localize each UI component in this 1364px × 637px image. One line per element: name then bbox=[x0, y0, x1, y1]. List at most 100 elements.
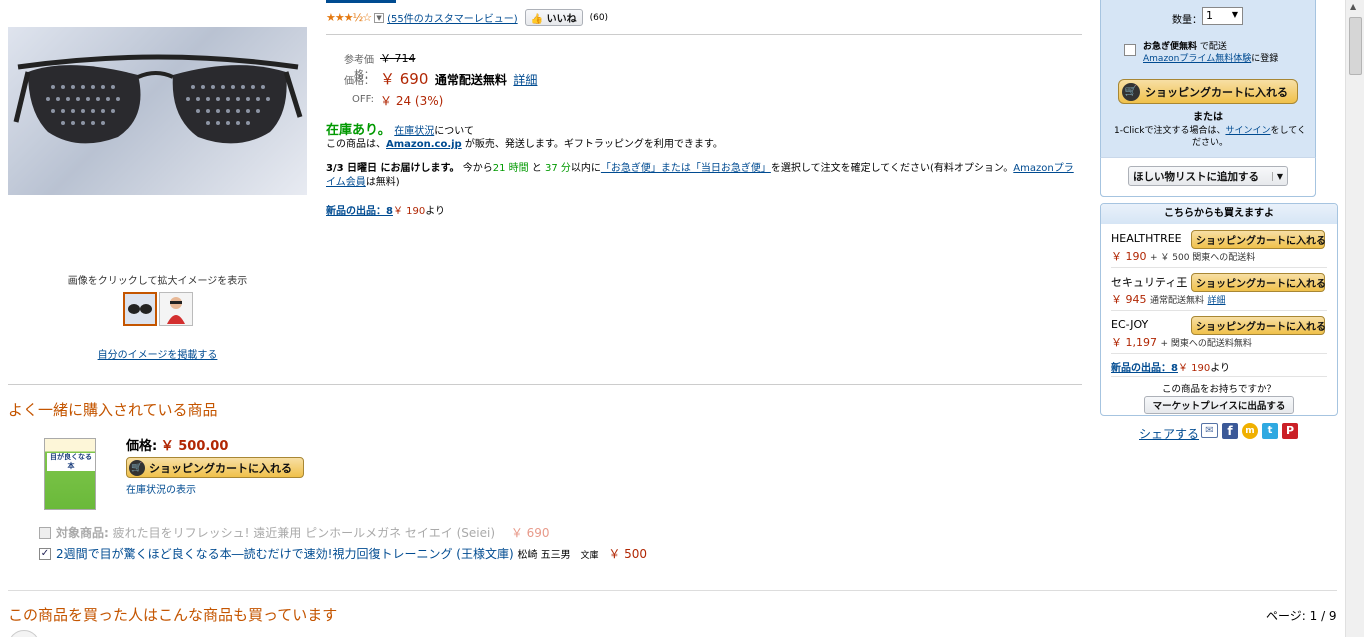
like-button[interactable]: 👍 いいね bbox=[524, 9, 583, 26]
new-offers-suffix: より bbox=[425, 206, 446, 217]
upload-image-link[interactable]: 自分のイメージを掲載する bbox=[8, 346, 307, 361]
chevron-down-icon[interactable]: ▼ bbox=[1271, 171, 1283, 181]
seller-shipping: 通常配送無料 bbox=[1150, 296, 1205, 306]
seller-price: ￥ 190 bbox=[1111, 250, 1147, 263]
book-title-link[interactable]: 2週間で目が驚くほど良くなる本―読むだけで速効!視力回復トレーニング (王様文庫… bbox=[56, 547, 514, 561]
express-bold: お急ぎ便無料 bbox=[1143, 42, 1198, 52]
quantity-select[interactable]: 1 ▼ bbox=[1202, 7, 1243, 25]
delivery-text-2: と bbox=[528, 163, 545, 174]
bought-together-heading: よく一緒に購入されている商品 bbox=[8, 401, 218, 419]
thumbnail-model[interactable] bbox=[159, 292, 193, 326]
shipping-detail-link[interactable]: 詳細 bbox=[513, 73, 537, 87]
seller-price-row: ￥ 1,197 + 関東への配送料無料 bbox=[1111, 334, 1252, 350]
model-thumbnail-icon bbox=[167, 297, 185, 324]
delivery-date: 3/3 日曜日 にお届けします。 bbox=[326, 163, 460, 174]
sidebar-new-offers-price: ￥ 190 bbox=[1177, 363, 1211, 374]
seller-name: EC-JOY bbox=[1111, 318, 1149, 331]
also-bought-heading: この商品を買った人はこんな商品も買っています bbox=[8, 606, 338, 624]
other-sellers-title: こちらからも買えますよ bbox=[1101, 204, 1337, 224]
book-price: ￥ 500 bbox=[608, 547, 648, 561]
bundle-item-book: 2週間で目が驚くほど良くなる本―読むだけで速効!視力回復トレーニング (王様文庫… bbox=[56, 545, 647, 562]
bundle-price: ￥ 500.00 bbox=[160, 439, 229, 454]
glasses-thumbnail-icon bbox=[128, 304, 152, 314]
seller-price: ￥ 1,197 bbox=[1111, 336, 1157, 349]
pinterest-icon[interactable]: P bbox=[1282, 423, 1298, 439]
sunglasses-photo bbox=[13, 54, 303, 144]
scroll-thumb[interactable] bbox=[1349, 17, 1362, 75]
bundle-item-checkbox[interactable]: ✓ bbox=[39, 548, 51, 560]
scroll-up-arrow[interactable]: ▲ bbox=[1350, 2, 1356, 11]
mixi-icon[interactable]: m bbox=[1242, 423, 1258, 439]
bundle-stock-link[interactable]: 在庫状況の表示 bbox=[126, 481, 196, 496]
current-item-label: 対象商品: bbox=[56, 526, 109, 540]
signin-link[interactable]: サインイン bbox=[1225, 126, 1270, 136]
prime-trial-suffix: に登録 bbox=[1251, 54, 1279, 64]
express-checkbox[interactable] bbox=[1124, 44, 1136, 56]
book-cover-image[interactable]: 目が良くなる本 bbox=[44, 438, 96, 510]
rating-row: ★★★½☆ ▼ (55件のカスタマーレビュー) 👍 いいね (60) bbox=[326, 9, 608, 26]
sidebar-new-offers-row: 新品の出品：8￥ 190より bbox=[1111, 359, 1230, 374]
twitter-icon[interactable]: t bbox=[1262, 423, 1278, 439]
image-zoom-caption: 画像をクリックして拡大イメージを表示 bbox=[67, 276, 248, 287]
carousel-page-indicator: ページ: 1 / 9 bbox=[1266, 609, 1337, 623]
bundle-cart-label: ショッピングカートに入れる bbox=[149, 461, 292, 475]
free-shipping-label: 通常配送無料 bbox=[434, 73, 507, 87]
add-to-cart-label: ショッピングカートに入れる bbox=[1145, 85, 1288, 99]
seller-cart-button[interactable]: ショッピングカートに入れる bbox=[1191, 273, 1326, 292]
bundle-add-to-cart-button[interactable]: 🛒 ショッピングカートに入れる bbox=[126, 457, 304, 478]
current-item-title: 疲れた目をリフレッシュ! 遠近兼用 ピンホールメガネ セイエイ (Seiei) bbox=[112, 526, 496, 540]
add-to-cart-button[interactable]: 🛒 ショッピングカートに入れる bbox=[1118, 79, 1298, 104]
oneclick-text: 1-Clickで注文する場合は、サインインをしてください。 bbox=[1110, 125, 1310, 149]
cart-icon: 🛒 bbox=[129, 459, 145, 476]
express-delivery-link[interactable]: 「お急ぎ便」または「当日お急ぎ便」 bbox=[601, 163, 771, 174]
rating-stars[interactable]: ★★★½☆ bbox=[326, 11, 372, 24]
delivery-info: 3/3 日曜日 にお届けします。 今から21 時間 と 37 分以内に「お急ぎ便… bbox=[326, 162, 1082, 190]
like-count: (60) bbox=[589, 12, 609, 23]
main-product-image[interactable] bbox=[8, 27, 307, 195]
sell-on-marketplace-button[interactable]: マーケットプレイスに出品する bbox=[1144, 396, 1294, 414]
new-offers-price: ￥ 190 bbox=[392, 206, 426, 217]
cart-icon: 🛒 bbox=[1122, 82, 1140, 101]
wishlist-label: ほしい物リストに追加する bbox=[1133, 170, 1259, 183]
seller-name: HEALTHTREE bbox=[1111, 232, 1182, 245]
seller-cart-button[interactable]: ショッピングカートに入れる bbox=[1191, 230, 1326, 249]
quantity-label: 数量： bbox=[1172, 15, 1202, 26]
express-suffix: で配送 bbox=[1199, 42, 1227, 52]
bundle-price-row: 価格: ￥ 500.00 bbox=[126, 435, 228, 454]
facebook-icon[interactable]: f bbox=[1222, 423, 1238, 439]
delivery-minutes: 37 分 bbox=[544, 163, 571, 174]
email-icon[interactable]: ✉ bbox=[1201, 423, 1218, 438]
prime-trial-link[interactable]: Amazonプライム無料体験 bbox=[1143, 54, 1251, 64]
carousel-prev-button[interactable] bbox=[8, 630, 40, 637]
share-icons: ✉ f m t P bbox=[1201, 423, 1298, 439]
delivery-text-4: を選択して注文を確定してください(有料オプション。 bbox=[770, 163, 1014, 174]
book-cover-title: 目が良くなる本 bbox=[47, 453, 95, 471]
title-underline bbox=[326, 0, 396, 3]
review-count-link[interactable]: (55件のカスタマーレビュー) bbox=[387, 10, 518, 25]
new-offers-link[interactable]: 新品の出品：8 bbox=[326, 206, 393, 217]
book-format: 文庫 bbox=[580, 551, 599, 561]
seller-link[interactable]: Amazon.co.jp bbox=[386, 139, 462, 150]
thumbnail-glasses[interactable] bbox=[123, 292, 157, 326]
vertical-scrollbar[interactable]: ▲ bbox=[1345, 0, 1364, 637]
price-label: 価格： bbox=[344, 76, 374, 87]
seller-prefix: この商品は、 bbox=[326, 139, 386, 150]
delivery-hours: 21 時間 bbox=[492, 163, 529, 174]
chevron-down-icon: ▼ bbox=[1231, 10, 1238, 19]
price-value: ￥ 690 bbox=[380, 70, 429, 88]
off-label: OFF: bbox=[352, 94, 374, 105]
sidebar-new-offers-link[interactable]: 新品の出品：8 bbox=[1111, 363, 1178, 374]
seller-row: この商品は、Amazon.co.jp が販売、発送します。ギフトラッピングを利用… bbox=[326, 135, 723, 150]
seller-shipping: + ￥ 500 関東への配送料 bbox=[1150, 253, 1256, 263]
bundle-price-label: 価格: bbox=[126, 439, 158, 454]
off-value: ￥ 24 (3%) bbox=[380, 94, 444, 108]
add-to-wishlist-button[interactable]: ほしい物リストに追加する ▼ bbox=[1128, 166, 1288, 186]
seller-detail-link[interactable]: 詳細 bbox=[1208, 296, 1226, 306]
express-text: お急ぎ便無料 で配送 Amazonプライム無料体験に登録 bbox=[1143, 41, 1278, 65]
seller-cart-button[interactable]: ショッピングカートに入れる bbox=[1191, 316, 1326, 335]
bundle-item-current: 対象商品: 疲れた目をリフレッシュ! 遠近兼用 ピンホールメガネ セイエイ (S… bbox=[56, 524, 550, 541]
seller-price-row: ￥ 945 通常配送無料 詳細 bbox=[1111, 291, 1226, 307]
chevron-down-icon[interactable]: ▼ bbox=[374, 12, 385, 23]
have-item-text: この商品をお持ちですか？ bbox=[1161, 384, 1276, 395]
share-link[interactable]: シェアする bbox=[1139, 425, 1199, 442]
